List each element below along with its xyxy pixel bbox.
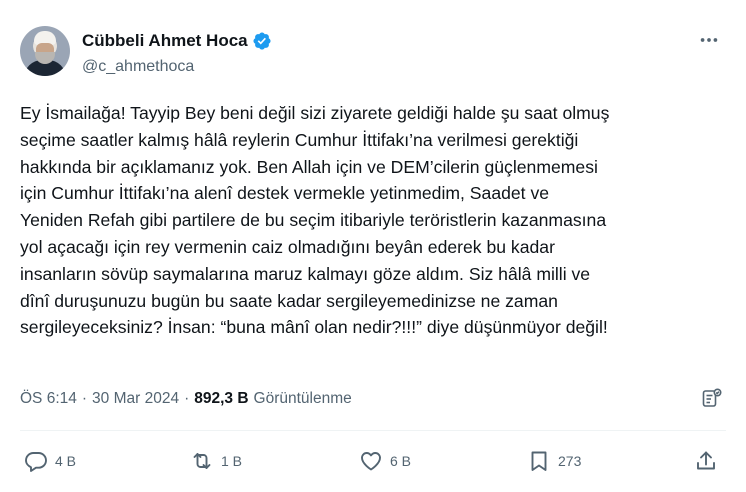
views-label: Görüntülenme (253, 390, 352, 407)
bookmark-count: 273 (558, 453, 582, 469)
repost-icon (193, 453, 211, 469)
author-info: Cübbeli Ahmet Hoca @c_ahmethoca (82, 30, 272, 76)
repost-button[interactable]: 1 B (190, 446, 242, 476)
tweet-text-line: hakkında bir açıklamanız yok. Ben Allah … (20, 156, 598, 177)
heart-icon (361, 452, 381, 471)
author-display-name[interactable]: Cübbeli Ahmet Hoca (82, 31, 248, 51)
tweet-text-line: yol açacağı için rey vermenin caiz olmad… (20, 236, 555, 257)
avatar[interactable] (20, 26, 70, 76)
verified-badge-icon[interactable] (252, 31, 272, 51)
grok-analyze-icon[interactable] (700, 386, 724, 410)
tweet-header: Cübbeli Ahmet Hoca @c_ahmethoca (20, 26, 726, 82)
meta-separator: · (81, 390, 88, 407)
action-bar: 4 B 1 B 6 B 273 (20, 446, 726, 476)
bookmark-button[interactable]: 273 (527, 446, 581, 476)
more-horizontal-icon[interactable] (694, 28, 724, 52)
tweet-date[interactable]: 30 Mar 2024 (92, 390, 179, 408)
like-button[interactable]: 6 B (359, 446, 411, 476)
tweet-text-line: Yeniden Refah gibi partilere de bu seçim… (20, 210, 607, 231)
like-count: 6 B (390, 453, 412, 469)
author-handle[interactable]: @c_ahmethoca (82, 58, 272, 76)
tweet-text: Ey İsmailağa! Tayyip Bey beni değil sizi… (20, 100, 732, 341)
tweet-text-line: için Cumhur İttifakı’na alenî destek ver… (20, 183, 550, 204)
views-count: 892,3 B (194, 390, 249, 407)
tweet-text-line: insanların sövüp saymalarına maruz kalma… (20, 263, 591, 284)
repost-count: 1 B (221, 453, 243, 469)
meta-separator: · (184, 390, 190, 407)
reply-count: 4 B (55, 453, 77, 469)
reply-icon (25, 452, 47, 472)
divider (20, 430, 726, 431)
tweet-text-line: seçime saatler kalmış hâlâ reylerin Cumh… (20, 129, 579, 150)
tweet-meta: ÖS 6:14 · 30 Mar 2024 · 892,3 B Görüntül… (20, 388, 352, 410)
share-button[interactable] (694, 446, 718, 476)
tweet-text-line: sergileyeceksiniz? İnsan: “buna mânî ola… (20, 317, 608, 338)
tweet-text-line: dînî duruşunuzu bugün bu saate kadar ser… (20, 290, 558, 311)
tweet-text-line: Ey İsmailağa! Tayyip Bey beni değil sizi… (20, 103, 610, 123)
reply-button[interactable]: 4 B (24, 446, 76, 476)
share-icon (697, 451, 715, 470)
tweet-time[interactable]: ÖS 6:14 (20, 390, 77, 408)
bookmark-icon (531, 451, 547, 471)
